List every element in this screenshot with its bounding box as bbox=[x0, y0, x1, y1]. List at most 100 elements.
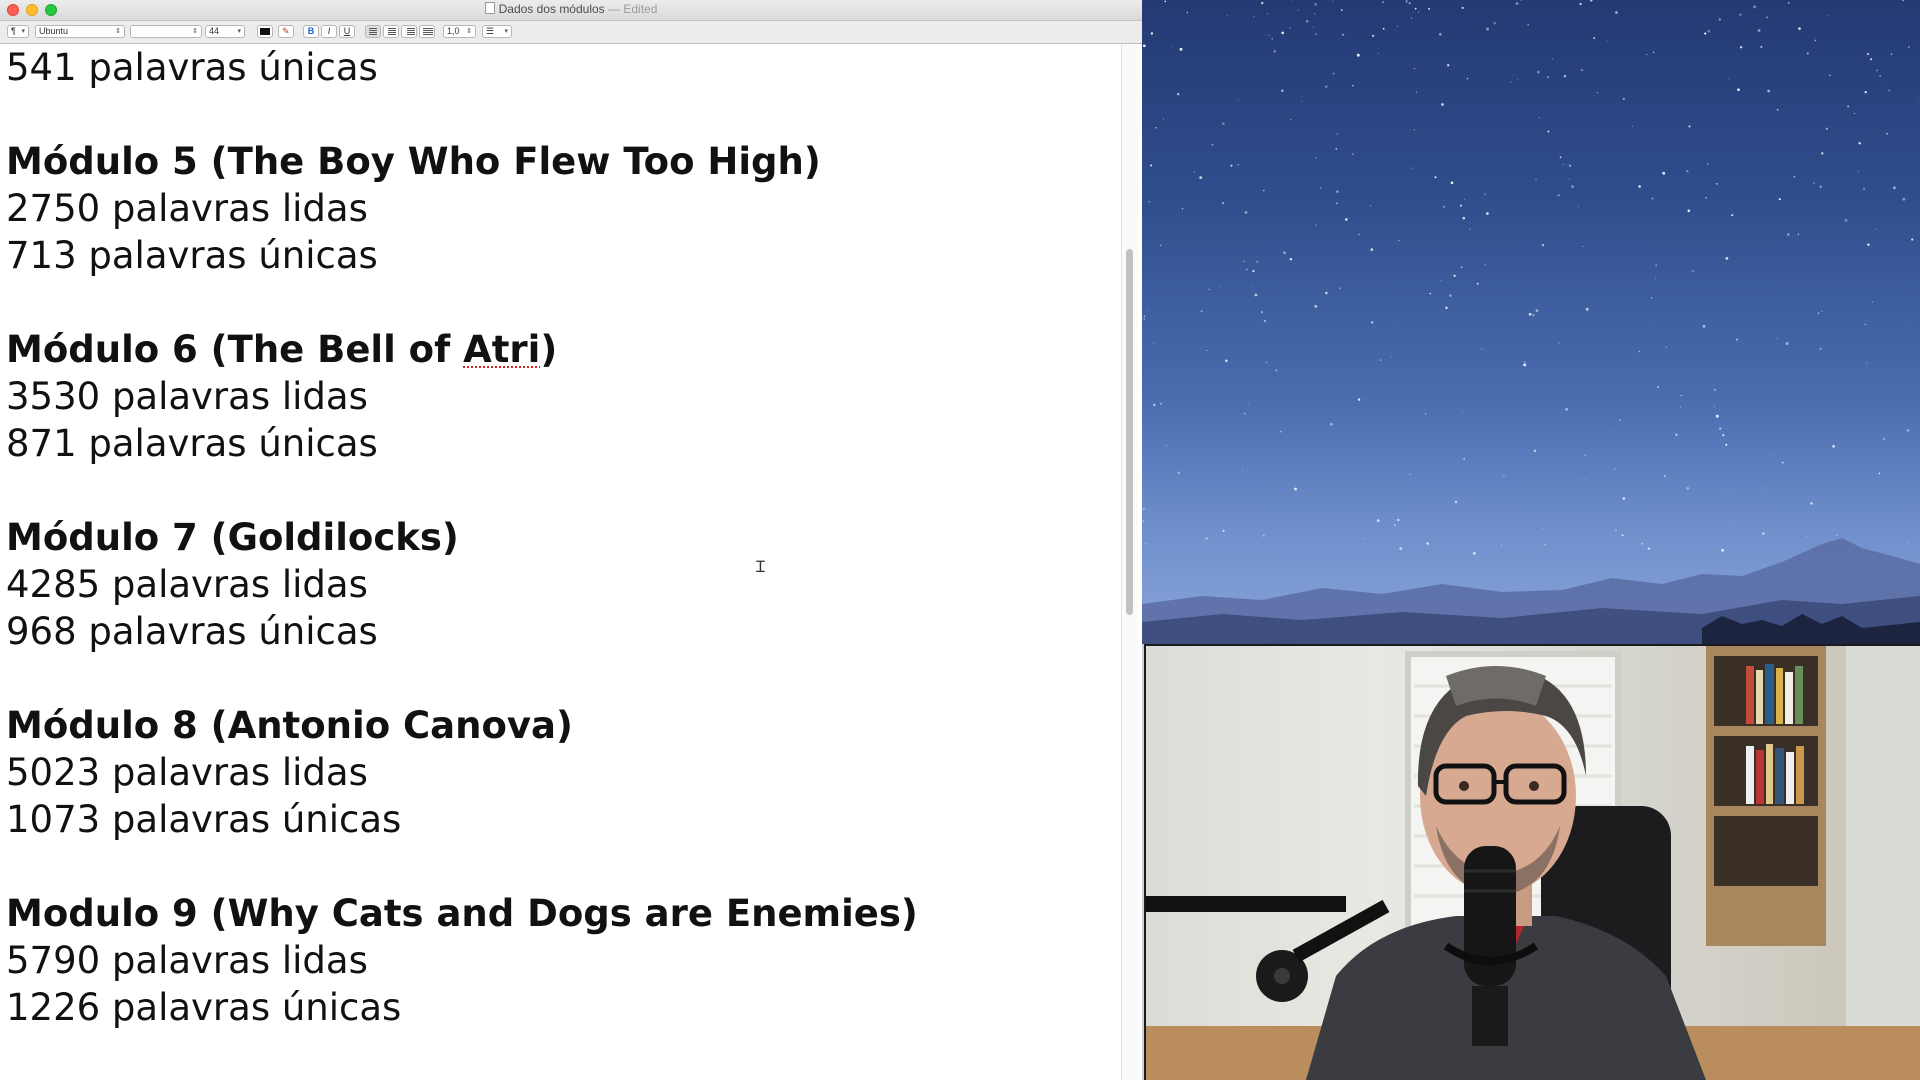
star bbox=[1828, 74, 1831, 77]
star bbox=[1527, 23, 1530, 26]
star bbox=[1332, 72, 1335, 75]
star bbox=[1893, 186, 1896, 190]
star bbox=[1439, 33, 1442, 36]
star bbox=[1638, 185, 1641, 188]
underline-button[interactable]: U bbox=[339, 25, 355, 38]
star bbox=[1340, 9, 1343, 12]
star bbox=[1582, 245, 1584, 248]
star bbox=[1528, 312, 1532, 316]
line-text: 4285 palavras lidas bbox=[6, 563, 368, 606]
italic-button[interactable]: I bbox=[321, 25, 337, 38]
document-text-area[interactable]: 541 palavras únicas Módulo 5 (The Boy Wh… bbox=[0, 44, 1126, 1080]
star bbox=[1686, 169, 1689, 173]
star bbox=[1341, 33, 1345, 36]
chevron-updown-icon: ⇕ bbox=[192, 28, 198, 35]
align-right-button[interactable] bbox=[401, 25, 417, 38]
bold-button[interactable]: B bbox=[303, 25, 319, 38]
stat-line: 4285 palavras lidas bbox=[6, 561, 918, 608]
star bbox=[1211, 143, 1214, 146]
star bbox=[1524, 361, 1526, 363]
star bbox=[1283, 251, 1286, 255]
star bbox=[1532, 314, 1535, 317]
highlight-color-well[interactable]: ✎ bbox=[278, 25, 294, 38]
module-heading: Módulo 5 (The Boy Who Flew Too High) bbox=[6, 138, 918, 185]
star bbox=[1622, 497, 1626, 500]
star bbox=[1226, 14, 1228, 16]
star bbox=[1263, 319, 1266, 323]
star bbox=[1177, 471, 1180, 475]
star bbox=[1906, 429, 1910, 432]
star bbox=[1577, 205, 1579, 208]
star bbox=[1358, 233, 1360, 236]
star bbox=[1378, 52, 1379, 54]
line-spacing-popup[interactable]: 1,0 ⇕ bbox=[443, 25, 476, 38]
star bbox=[1252, 285, 1254, 287]
star bbox=[1864, 91, 1867, 94]
star bbox=[1538, 117, 1540, 118]
star bbox=[1200, 310, 1203, 313]
line-text: 2750 palavras lidas bbox=[6, 187, 368, 230]
format-toolbar: ¶ ▾ Ubuntu ⇕ ⇕ 44 ▾ ✎ B I U 1,0 ⇕ ☰ ▾ bbox=[0, 21, 1142, 44]
star bbox=[1565, 408, 1568, 411]
misspelled-word[interactable]: Atri bbox=[463, 328, 540, 371]
align-left-button[interactable] bbox=[365, 25, 381, 38]
star bbox=[1297, 9, 1299, 11]
star bbox=[1876, 69, 1878, 72]
star bbox=[1778, 198, 1781, 201]
star bbox=[1883, 438, 1885, 440]
star bbox=[1847, 105, 1850, 108]
star bbox=[1493, 22, 1497, 25]
star bbox=[1441, 103, 1444, 106]
star bbox=[1314, 13, 1316, 15]
color-swatch bbox=[260, 28, 270, 35]
star bbox=[1289, 27, 1291, 30]
star bbox=[1336, 202, 1338, 205]
star bbox=[1606, 40, 1608, 42]
font-family-popup[interactable]: Ubuntu ⇕ bbox=[35, 25, 125, 38]
star bbox=[1413, 129, 1415, 131]
title-bar[interactable]: Dados dos módulos — Edited bbox=[0, 0, 1142, 21]
star bbox=[1787, 2, 1790, 4]
font-style-popup[interactable]: ⇕ bbox=[130, 25, 202, 38]
text-color-well[interactable] bbox=[257, 25, 273, 38]
star bbox=[1646, 53, 1648, 56]
star bbox=[1425, 413, 1427, 415]
vertical-scrollbar[interactable] bbox=[1121, 44, 1138, 1080]
star bbox=[1390, 356, 1392, 358]
star bbox=[1462, 411, 1464, 413]
module-heading: Módulo 8 (Antonio Canova) bbox=[6, 702, 918, 749]
justify-button[interactable] bbox=[419, 25, 435, 38]
mountain-silhouette bbox=[1142, 538, 1920, 644]
star bbox=[1825, 127, 1829, 131]
star bbox=[1411, 167, 1413, 169]
star bbox=[1890, 53, 1893, 55]
stat-line: 3530 palavras lidas bbox=[6, 373, 918, 420]
line-text: 3530 palavras lidas bbox=[6, 375, 368, 418]
star bbox=[1486, 27, 1490, 31]
star bbox=[1351, 153, 1354, 156]
align-center-button[interactable] bbox=[383, 25, 399, 38]
star bbox=[1731, 214, 1734, 217]
star bbox=[1222, 122, 1225, 125]
star bbox=[1464, 198, 1466, 200]
star bbox=[1294, 487, 1297, 491]
scrollbar-thumb[interactable] bbox=[1126, 249, 1133, 615]
star bbox=[1547, 76, 1550, 79]
star bbox=[1879, 75, 1881, 77]
star bbox=[1536, 70, 1540, 74]
star bbox=[1481, 348, 1483, 350]
star bbox=[1208, 288, 1211, 291]
star bbox=[1484, 193, 1486, 195]
star bbox=[1324, 85, 1328, 89]
star bbox=[1256, 260, 1259, 263]
star bbox=[1336, 133, 1338, 135]
list-style-popup[interactable]: ☰ ▾ bbox=[482, 25, 512, 38]
paragraph-style-popup[interactable]: ¶ ▾ bbox=[7, 25, 29, 38]
star bbox=[1222, 202, 1224, 204]
star bbox=[1739, 45, 1743, 49]
star bbox=[1622, 97, 1625, 100]
star bbox=[1902, 197, 1906, 201]
star bbox=[1143, 315, 1146, 318]
font-size-combobox[interactable]: 44 ▾ bbox=[205, 25, 245, 38]
